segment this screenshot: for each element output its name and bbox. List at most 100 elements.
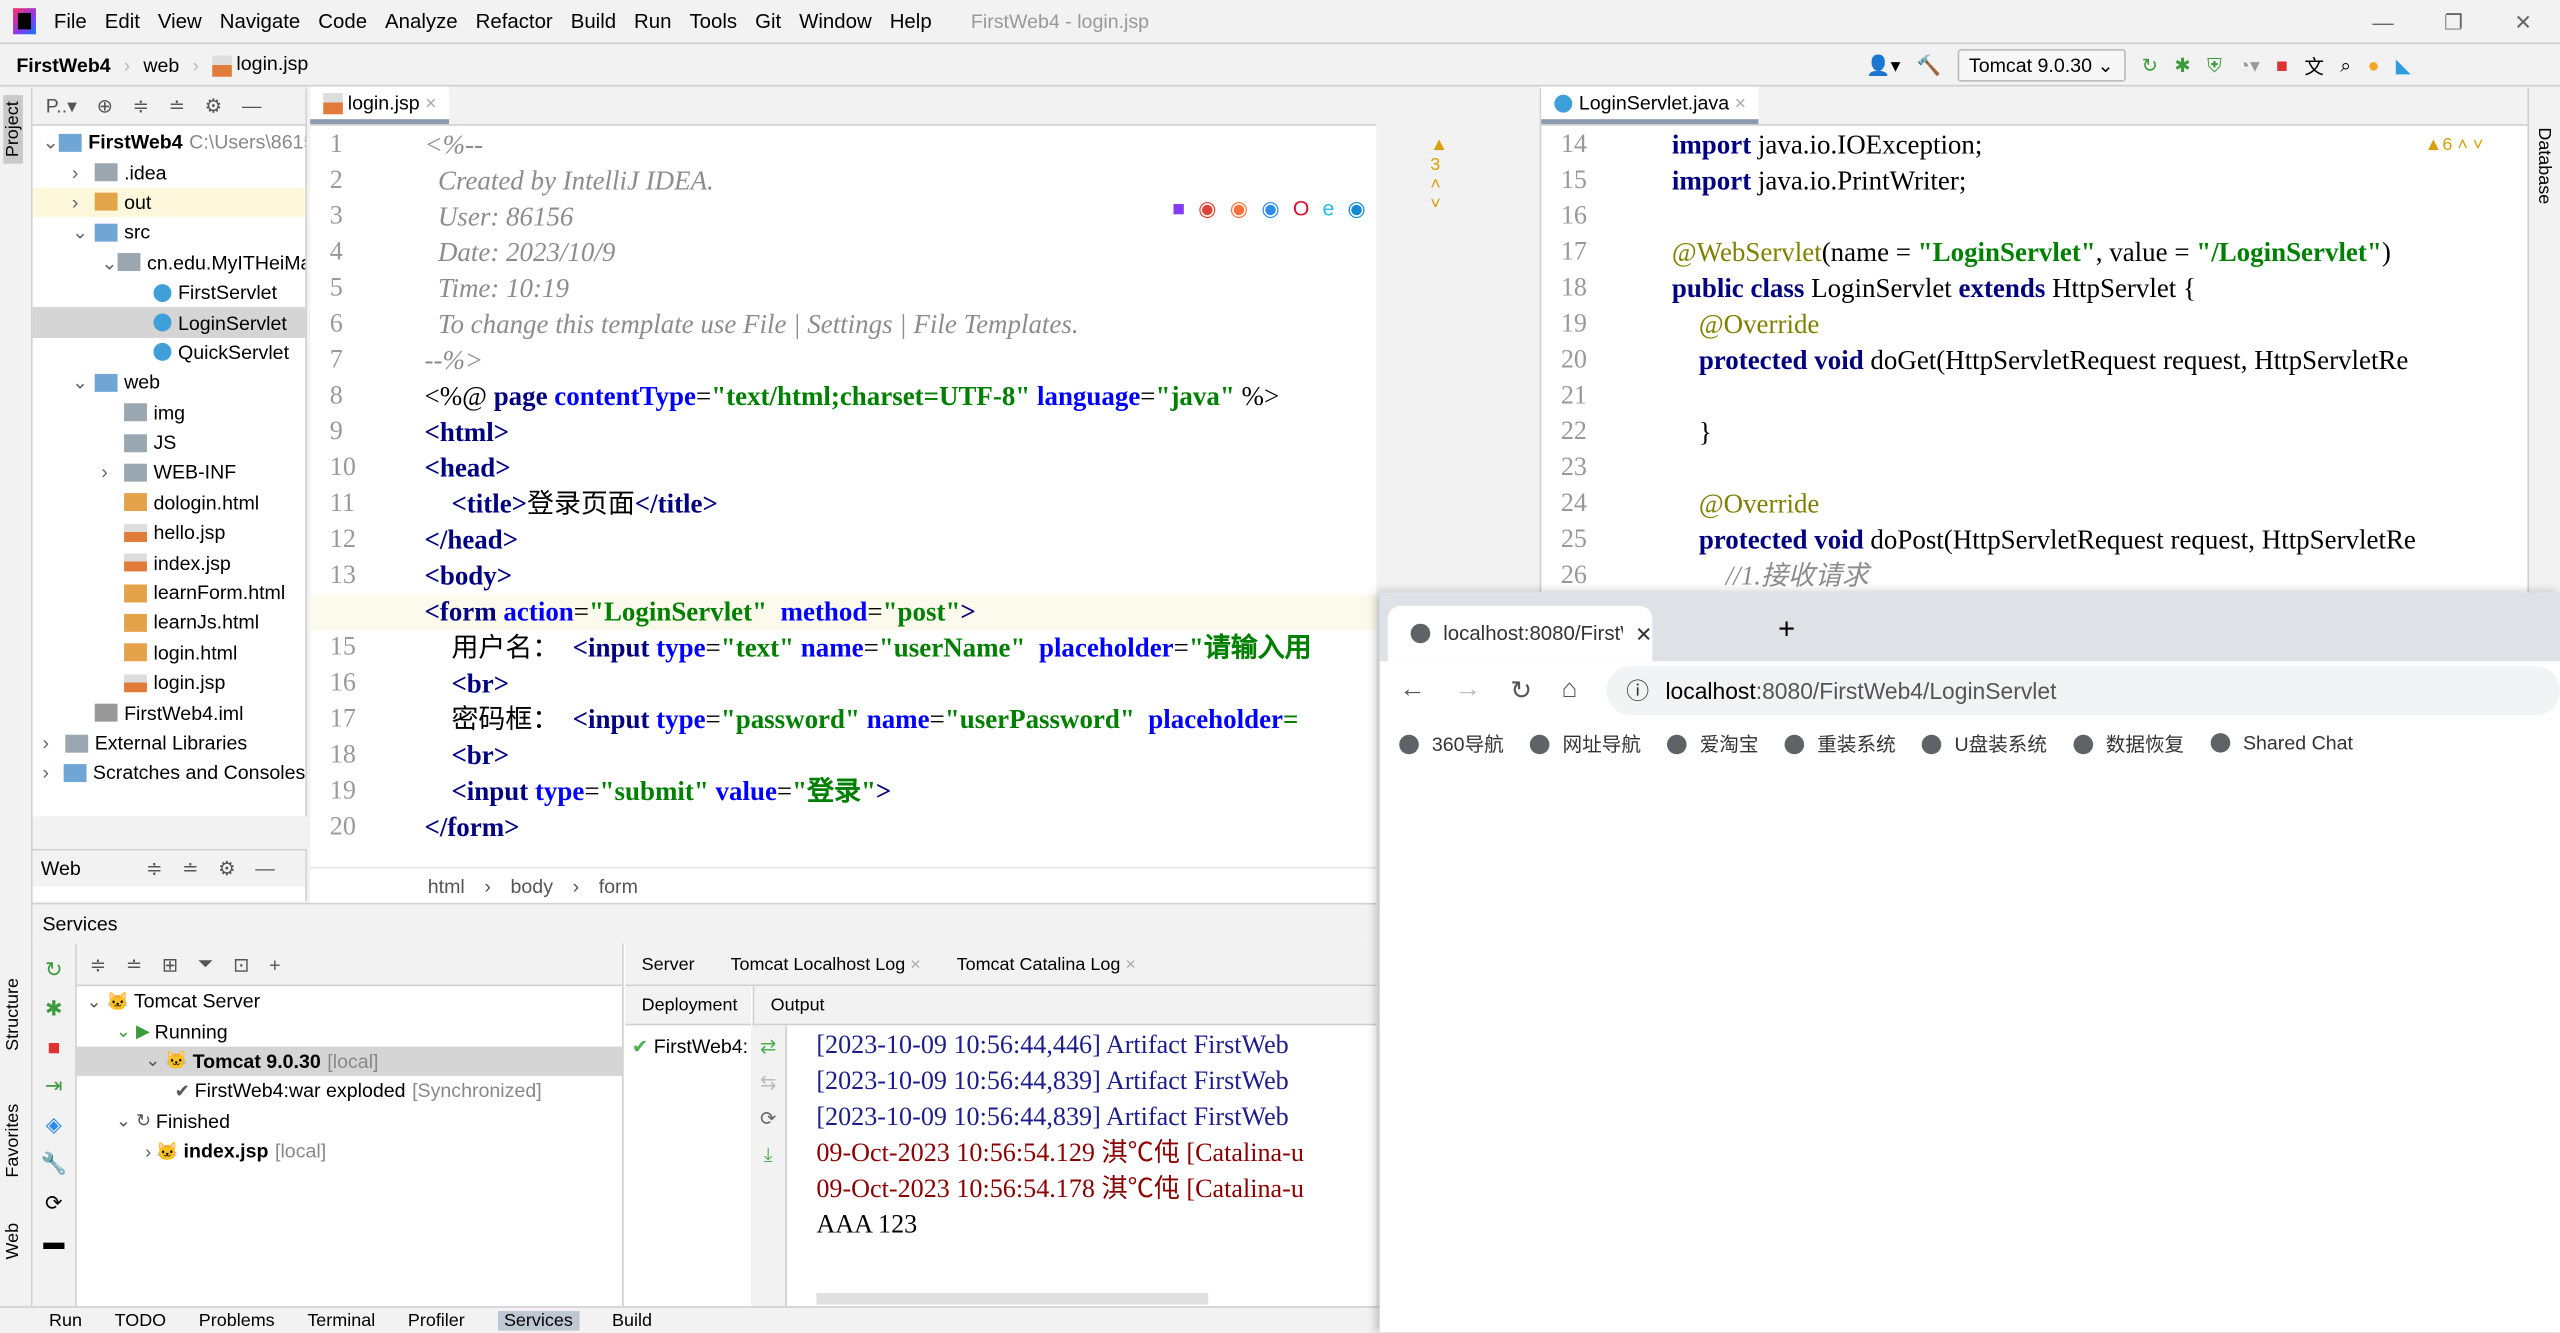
browser-tab[interactable]: localhost:8080/FirstWeb4/Log ✕ [1387, 605, 1653, 662]
wrench-icon[interactable]: 🔧 [41, 1151, 67, 1177]
tab-tomcat-catalina-log[interactable]: Tomcat Catalina Log × [957, 954, 1136, 974]
tree-item[interactable]: ⌄ web [33, 368, 306, 398]
editor-loginservlet-java[interactable]: LoginServlet.java × ▲6 ˄ ˅ 14 15 16 17 18 19 2… [1539, 86, 2528, 595]
code-area[interactable]: import java.io.IOException; import java.i… [1672, 127, 2416, 594]
warnings-indicator[interactable]: ▲ 3 ˄ ˅ [1430, 136, 1448, 214]
tree-item[interactable]: learnForm.html [33, 578, 306, 608]
crumb-file[interactable]: login.jsp [211, 53, 308, 77]
bookmark-item[interactable]: 数据恢复 [2073, 729, 2184, 757]
tree-item[interactable]: › out [32, 187, 306, 218]
database-tool-tab[interactable]: Database [2534, 127, 2554, 204]
project-tool-tab[interactable]: Project [3, 94, 23, 164]
expand-arrow-icon[interactable]: ⌄ [72, 371, 95, 394]
rerun-icon[interactable]: ↻ [45, 957, 63, 983]
stop-icon[interactable]: ■ [2276, 54, 2288, 77]
tab-tomcat-localhost-log[interactable]: Tomcat Localhost Log × [730, 954, 920, 974]
refresh-icon[interactable]: ⟳ [760, 1107, 776, 1130]
expand-arrow-icon[interactable]: › [101, 461, 124, 484]
tab-build[interactable]: Build [612, 1310, 652, 1330]
structure-tool-tab[interactable]: Structure [3, 978, 23, 1051]
new-tab-icon[interactable]: ⊡ [233, 953, 249, 976]
build-hammer-icon[interactable]: 🔨 [1917, 54, 1941, 77]
filter-icon[interactable]: ⏷ [198, 952, 214, 976]
debug-icon[interactable]: ✱ [45, 996, 63, 1022]
group-icon[interactable]: ⊞ [162, 953, 178, 976]
translate-icon[interactable]: 文 [2304, 51, 2324, 79]
output-console[interactable]: [2023-10-09 10:56:44,446] Artifact First… [816, 1029, 1304, 1245]
menu-navigate[interactable]: Navigate [220, 10, 301, 33]
bookmark-item[interactable]: Shared Chat [2210, 731, 2353, 754]
minimize-button[interactable]: — [2372, 10, 2393, 34]
back-button[interactable]: ← [1399, 675, 1425, 704]
close-tab-icon[interactable]: ✕ [1635, 621, 1652, 646]
refresh-icon[interactable]: ⟳ [45, 1190, 63, 1216]
reload-button[interactable]: ↻ [1510, 673, 1532, 706]
plugin-icon[interactable]: ◣ [2396, 54, 2411, 77]
tab-run[interactable]: Run [49, 1310, 82, 1330]
address-bar[interactable]: ⓘ localhost:8080/FirstWeb4/LoginServlet [1606, 665, 2560, 715]
search-icon[interactable]: ⌕ [2340, 53, 2351, 77]
bookmark-item[interactable]: 爱淘宝 [1667, 729, 1759, 757]
tab-terminal[interactable]: Terminal [307, 1310, 375, 1330]
layout-icon[interactable]: ▬ [43, 1229, 64, 1253]
tree-item[interactable]: ⌄ FirstWeb4 C:\Users\8615 [33, 127, 305, 157]
collapse-all-icon[interactable]: ≐ [169, 95, 185, 118]
expand-arrow-icon[interactable]: ⌄ [42, 131, 58, 154]
run-config-select[interactable]: Tomcat 9.0.30 ⌄ [1957, 48, 2126, 82]
tab-loginservlet-java[interactable]: LoginServlet.java × [1541, 86, 1760, 125]
home-button[interactable]: ⌂ [1562, 675, 1578, 704]
menu-build[interactable]: Build [571, 10, 616, 33]
close-window-button[interactable]: ✕ [2514, 10, 2532, 36]
tab-profiler[interactable]: Profiler [408, 1310, 465, 1330]
menu-help[interactable]: Help [890, 10, 932, 33]
expand-all-icon[interactable]: ≑ [90, 953, 106, 976]
tree-item[interactable]: ⌄ src [33, 217, 306, 247]
warnings-indicator[interactable]: ▲6 ˄ ˅ [2425, 136, 2484, 156]
tree-item[interactable]: LoginServlet [32, 307, 306, 338]
crumb-body[interactable]: body [510, 874, 553, 897]
deployment-item[interactable]: ✔ FirstWeb4: [632, 1035, 748, 1058]
menu-analyze[interactable]: Analyze [385, 10, 458, 33]
close-tab-icon[interactable]: × [905, 954, 921, 974]
expand-all-icon[interactable]: ≑ [133, 95, 149, 118]
bookmark-item[interactable]: 重装系统 [1784, 729, 1896, 757]
tree-item[interactable]: › Scratches and Consoles [33, 758, 306, 788]
tree-item[interactable]: login.jsp [33, 668, 306, 698]
service-item[interactable]: ⌄ 🐱 Tomcat Server [77, 986, 622, 1016]
tab-problems[interactable]: Problems [199, 1310, 275, 1330]
close-tab-icon[interactable]: × [1120, 954, 1136, 974]
tree-item[interactable]: JS [33, 428, 306, 458]
service-item[interactable]: ✔ FirstWeb4:war exploded [Synchronized] [77, 1076, 622, 1106]
debug-icon[interactable]: ✱ [2174, 54, 2190, 77]
service-item[interactable]: ⌄ 🐱 Tomcat 9.0.30 [local] [76, 1046, 623, 1077]
coverage-icon[interactable]: ⛨ [2207, 53, 2222, 77]
favorites-tool-tab[interactable]: Favorites [3, 1104, 23, 1178]
locate-icon[interactable]: ⊕ [97, 95, 113, 118]
menu-refactor[interactable]: Refactor [476, 10, 553, 33]
gear-icon[interactable]: ⚙ [205, 95, 223, 118]
service-item[interactable]: › 🐱 index.jsp [local] [77, 1136, 622, 1166]
crumb-project[interactable]: FirstWeb4 [16, 53, 110, 76]
maximize-button[interactable]: ❐ [2444, 10, 2463, 36]
crumb-form[interactable]: form [599, 874, 638, 897]
service-item[interactable]: ⌄ ▶ Running [77, 1016, 622, 1046]
crumb-html[interactable]: html [428, 874, 465, 897]
code-area[interactable]: <%-- Created by IntelliJ IDEA. User: 861… [310, 127, 1377, 845]
update-icon[interactable]: ● [2368, 54, 2380, 77]
expand-arrow-icon[interactable]: › [72, 161, 95, 184]
menu-code[interactable]: Code [318, 10, 367, 33]
tree-item[interactable]: index.jsp [33, 548, 306, 578]
tree-item[interactable]: FirstWeb4.iml [33, 698, 306, 728]
undeploy-icon[interactable]: ⇆ [760, 1071, 776, 1094]
menu-window[interactable]: Window [799, 10, 872, 33]
menu-tools[interactable]: Tools [689, 10, 737, 33]
artifact-icon[interactable]: ◈ [46, 1112, 62, 1138]
web-panel-tools-icon[interactable]: ≑≐⚙— [146, 857, 294, 880]
expand-arrow-icon[interactable]: › [72, 191, 95, 214]
menu-run[interactable]: Run [634, 10, 671, 33]
deploy-icon[interactable]: ⇄ [760, 1035, 776, 1058]
download-icon[interactable]: ⤓ [764, 1143, 773, 1167]
tree-item[interactable]: login.html [33, 638, 306, 668]
deploy-icon[interactable]: ⇥ [45, 1073, 63, 1099]
collapse-all-icon[interactable]: ≐ [126, 953, 142, 976]
